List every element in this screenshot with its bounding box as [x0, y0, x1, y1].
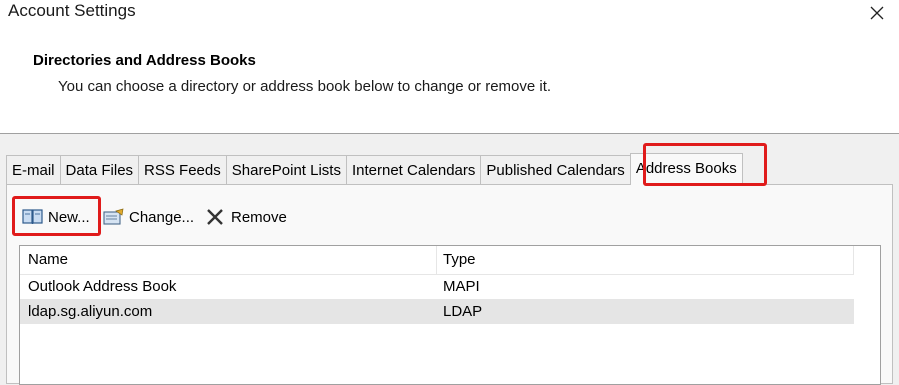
tab-published-calendars[interactable]: Published Calendars: [480, 155, 631, 185]
tab-address-books[interactable]: Address Books: [629, 153, 743, 185]
new-button-label: New...: [48, 208, 90, 226]
window-title: Account Settings: [8, 1, 136, 20]
address-book-list[interactable]: Name Type Outlook Address Book MAPI ldap…: [19, 245, 881, 385]
tab-sharepoint-lists[interactable]: SharePoint Lists: [225, 155, 347, 185]
tab-rss-feeds[interactable]: RSS Feeds: [138, 155, 227, 185]
tab-email[interactable]: E-mail: [6, 155, 61, 185]
column-divider[interactable]: [436, 246, 437, 274]
remove-icon: [205, 207, 227, 227]
remove-button[interactable]: Remove: [205, 203, 287, 231]
section-description: You can choose a directory or address bo…: [58, 78, 552, 95]
list-header: Name Type: [20, 246, 854, 275]
row-type: MAPI: [443, 278, 480, 295]
section-title: Directories and Address Books: [33, 52, 256, 69]
list-row[interactable]: ldap.sg.aliyun.com LDAP: [20, 299, 854, 324]
list-row[interactable]: Outlook Address Book MAPI: [20, 274, 854, 299]
close-icon: [870, 6, 884, 20]
column-header-name[interactable]: Name: [28, 246, 68, 274]
row-name: Outlook Address Book: [28, 278, 177, 295]
header-panel: Directories and Address Books You can ch…: [0, 33, 899, 134]
new-button[interactable]: New...: [22, 203, 90, 231]
column-divider[interactable]: [853, 246, 854, 274]
tab-internet-calendars[interactable]: Internet Calendars: [345, 155, 482, 185]
row-type: LDAP: [443, 303, 483, 320]
change-button[interactable]: Change...: [103, 203, 194, 231]
tab-strip: E-mail Data Files RSS Feeds SharePoint L…: [6, 153, 743, 185]
tab-data-files[interactable]: Data Files: [59, 155, 140, 185]
row-name: ldap.sg.aliyun.com: [28, 303, 153, 320]
close-button[interactable]: [855, 0, 899, 26]
title-bar: Account Settings: [0, 0, 899, 33]
change-address-book-icon: [103, 207, 125, 227]
address-book-icon: [22, 207, 44, 227]
remove-button-label: Remove: [231, 208, 287, 226]
column-header-type[interactable]: Type: [443, 246, 476, 274]
change-button-label: Change...: [129, 208, 195, 226]
